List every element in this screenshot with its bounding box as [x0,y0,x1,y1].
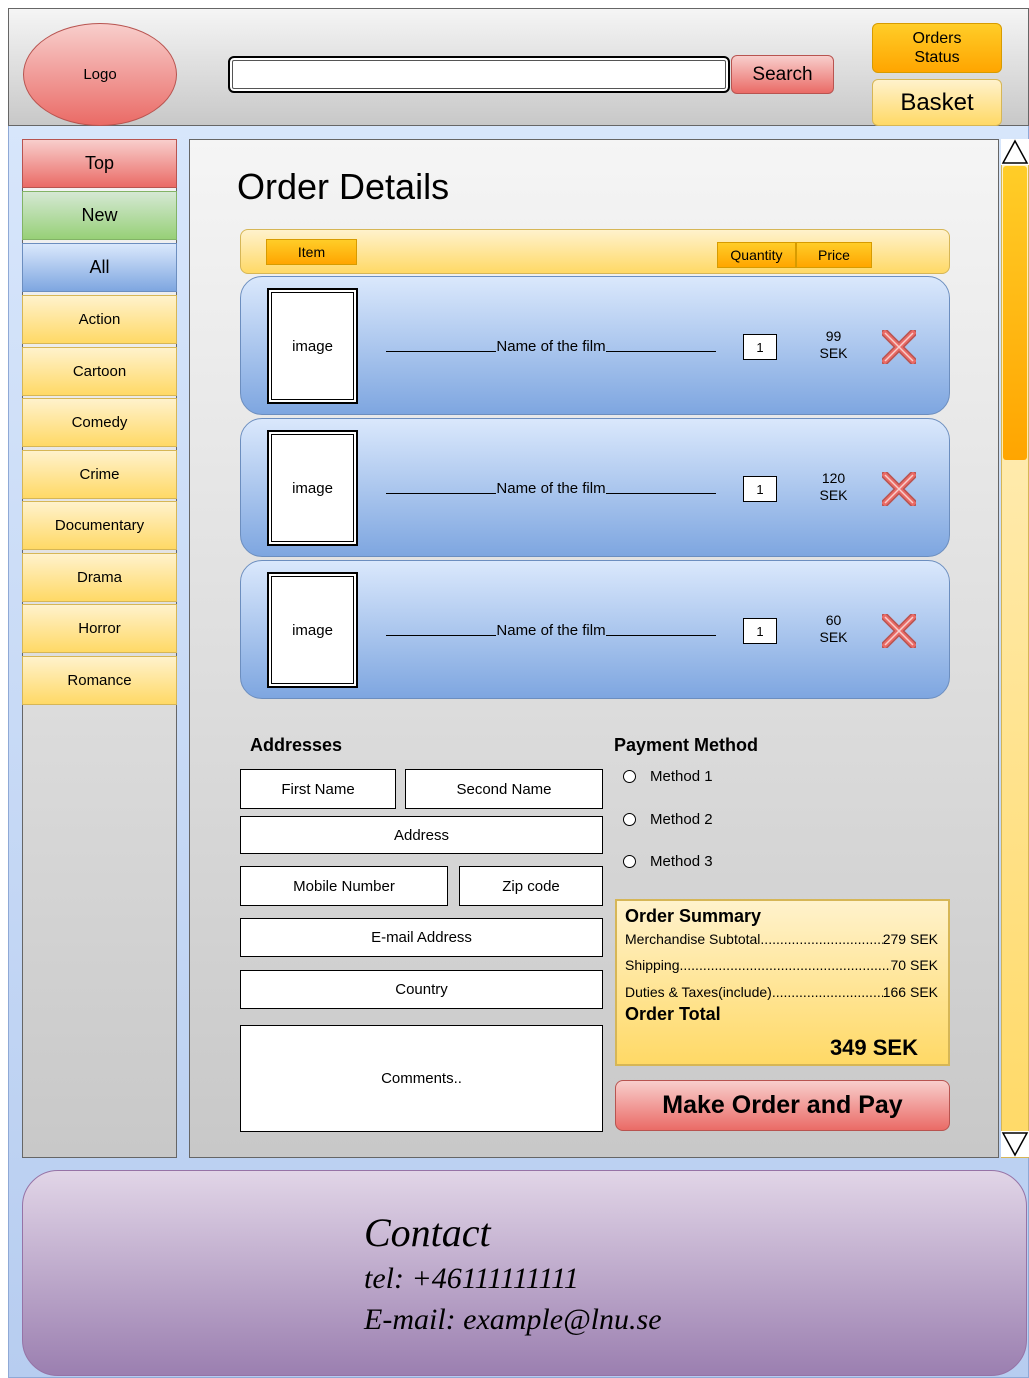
price-value: 120 [821,470,846,486]
column-header-quantity: Quantity [717,242,796,268]
payment-method-option[interactable]: Method 2 [623,811,713,828]
film-name-text: Name of the film [496,480,606,497]
sidebar-item-cartoon[interactable]: Cartoon [22,347,177,396]
film-name-text: Name of the film [496,338,606,355]
payment-method-label: Method 1 [650,768,713,785]
triangle-down-icon[interactable] [1001,1131,1029,1157]
shipping-value: 70 SEK [890,957,938,973]
duties-line: Duties & Taxes(include) ................… [625,984,938,1000]
order-total-value: 349 SEK [829,1035,918,1060]
sidebar-item-romance[interactable]: Romance [22,656,177,705]
address-field[interactable]: Address [240,816,603,854]
subtotal-label: Merchandise Subtotal [625,931,761,947]
shipping-line: Shipping ...............................… [625,957,938,973]
radio-button[interactable] [623,770,636,783]
subtotal-line: Merchandise Subtotal ...................… [625,931,938,947]
close-x-icon[interactable] [882,614,916,648]
triangle-up-icon[interactable] [1001,139,1029,165]
underline [605,626,716,636]
second-name-field[interactable]: Second Name [405,769,603,809]
underline [386,342,497,352]
order-summary-title: Order Summary [625,906,762,926]
close-x-icon[interactable] [882,330,916,364]
comments-field[interactable]: Comments.. [240,1025,603,1132]
price-unit: SEK [819,629,848,645]
sidebar-item-top[interactable]: Top [22,139,177,188]
first-name-field[interactable]: First Name [240,769,396,809]
film-name[interactable]: Name of the film [386,338,716,355]
price-unit: SEK [819,345,848,361]
list-item: image Name of the film 1 99 SEK [240,276,950,415]
radio-button[interactable] [623,813,636,826]
price-label: 120 SEK [811,470,856,504]
shipping-label: Shipping [625,957,680,973]
country-field[interactable]: Country [240,970,603,1009]
underline [605,484,716,494]
film-image[interactable]: image [267,288,358,404]
make-order-button[interactable]: Make Order and Pay [615,1080,950,1131]
sidebar-item-crime[interactable]: Crime [22,450,177,499]
list-item: image Name of the film 1 120 SEK [240,418,950,557]
sidebar-item-action[interactable]: Action [22,295,177,344]
payment-method-option[interactable]: Method 3 [623,853,713,870]
quantity-input[interactable]: 1 [743,334,777,360]
contact-title: Contact [364,1210,491,1255]
addresses-title: Addresses [250,735,343,755]
zip-code-field[interactable]: Zip code [459,866,603,906]
payment-method-label: Method 3 [650,853,713,870]
sidebar-item-documentary[interactable]: Documentary [22,501,177,550]
page-title: Order Details [237,166,450,207]
search-button[interactable]: Search [731,55,834,94]
search-input[interactable] [228,56,730,93]
sidebar-item-horror[interactable]: Horror [22,604,177,653]
column-header-price: Price [796,242,872,268]
price-unit: SEK [819,487,848,503]
close-x-icon[interactable] [882,472,916,506]
underline [605,342,716,352]
dot-leader: ........................................… [771,984,883,1000]
sidebar-item-all[interactable]: All [22,243,177,292]
price-label: 60 SEK [811,612,856,646]
film-name-text: Name of the film [496,622,606,639]
sidebar-item-comedy[interactable]: Comedy [22,398,177,447]
payment-method-option[interactable]: Method 1 [623,768,713,785]
contact-phone[interactable]: tel: +46111111111 [364,1262,579,1296]
underline [386,626,497,636]
film-image[interactable]: image [267,430,358,546]
duties-value: 166 SEK [882,984,938,1000]
film-image[interactable]: image [267,572,358,688]
quantity-input[interactable]: 1 [743,618,777,644]
payment-method-title: Payment Method [614,735,759,755]
order-total-label: Order Total [625,1004,721,1024]
mobile-number-field[interactable]: Mobile Number [240,866,448,906]
contact-email[interactable]: E-mail: example@lnu.se [364,1303,662,1337]
email-field[interactable]: E-mail Address [240,918,603,957]
sidebar-item-drama[interactable]: Drama [22,553,177,602]
price-value: 99 [825,328,842,344]
list-item: image Name of the film 1 60 SEK [240,560,950,699]
orders-status-button[interactable]: Orders Status [872,23,1002,73]
subtotal-value: 279 SEK [882,931,938,947]
basket-button[interactable]: Basket [872,79,1002,126]
payment-method-label: Method 2 [650,811,713,828]
film-name[interactable]: Name of the film [386,480,716,497]
quantity-input[interactable]: 1 [743,476,777,502]
sidebar-item-new[interactable]: New [22,191,177,240]
film-name[interactable]: Name of the film [386,622,716,639]
dot-leader: ........................................… [679,957,891,973]
logo[interactable]: Logo [23,23,177,126]
dot-leader: ........................................… [760,931,882,947]
duties-label: Duties & Taxes(include) [625,984,772,1000]
order-summary: Order Summary Merchandise Subtotal .....… [615,899,950,1066]
column-header-item: Item [266,239,357,265]
price-label: 99 SEK [811,328,856,362]
price-value: 60 [825,612,842,628]
radio-button[interactable] [623,855,636,868]
underline [386,484,497,494]
scrollbar-thumb[interactable] [1003,166,1027,460]
